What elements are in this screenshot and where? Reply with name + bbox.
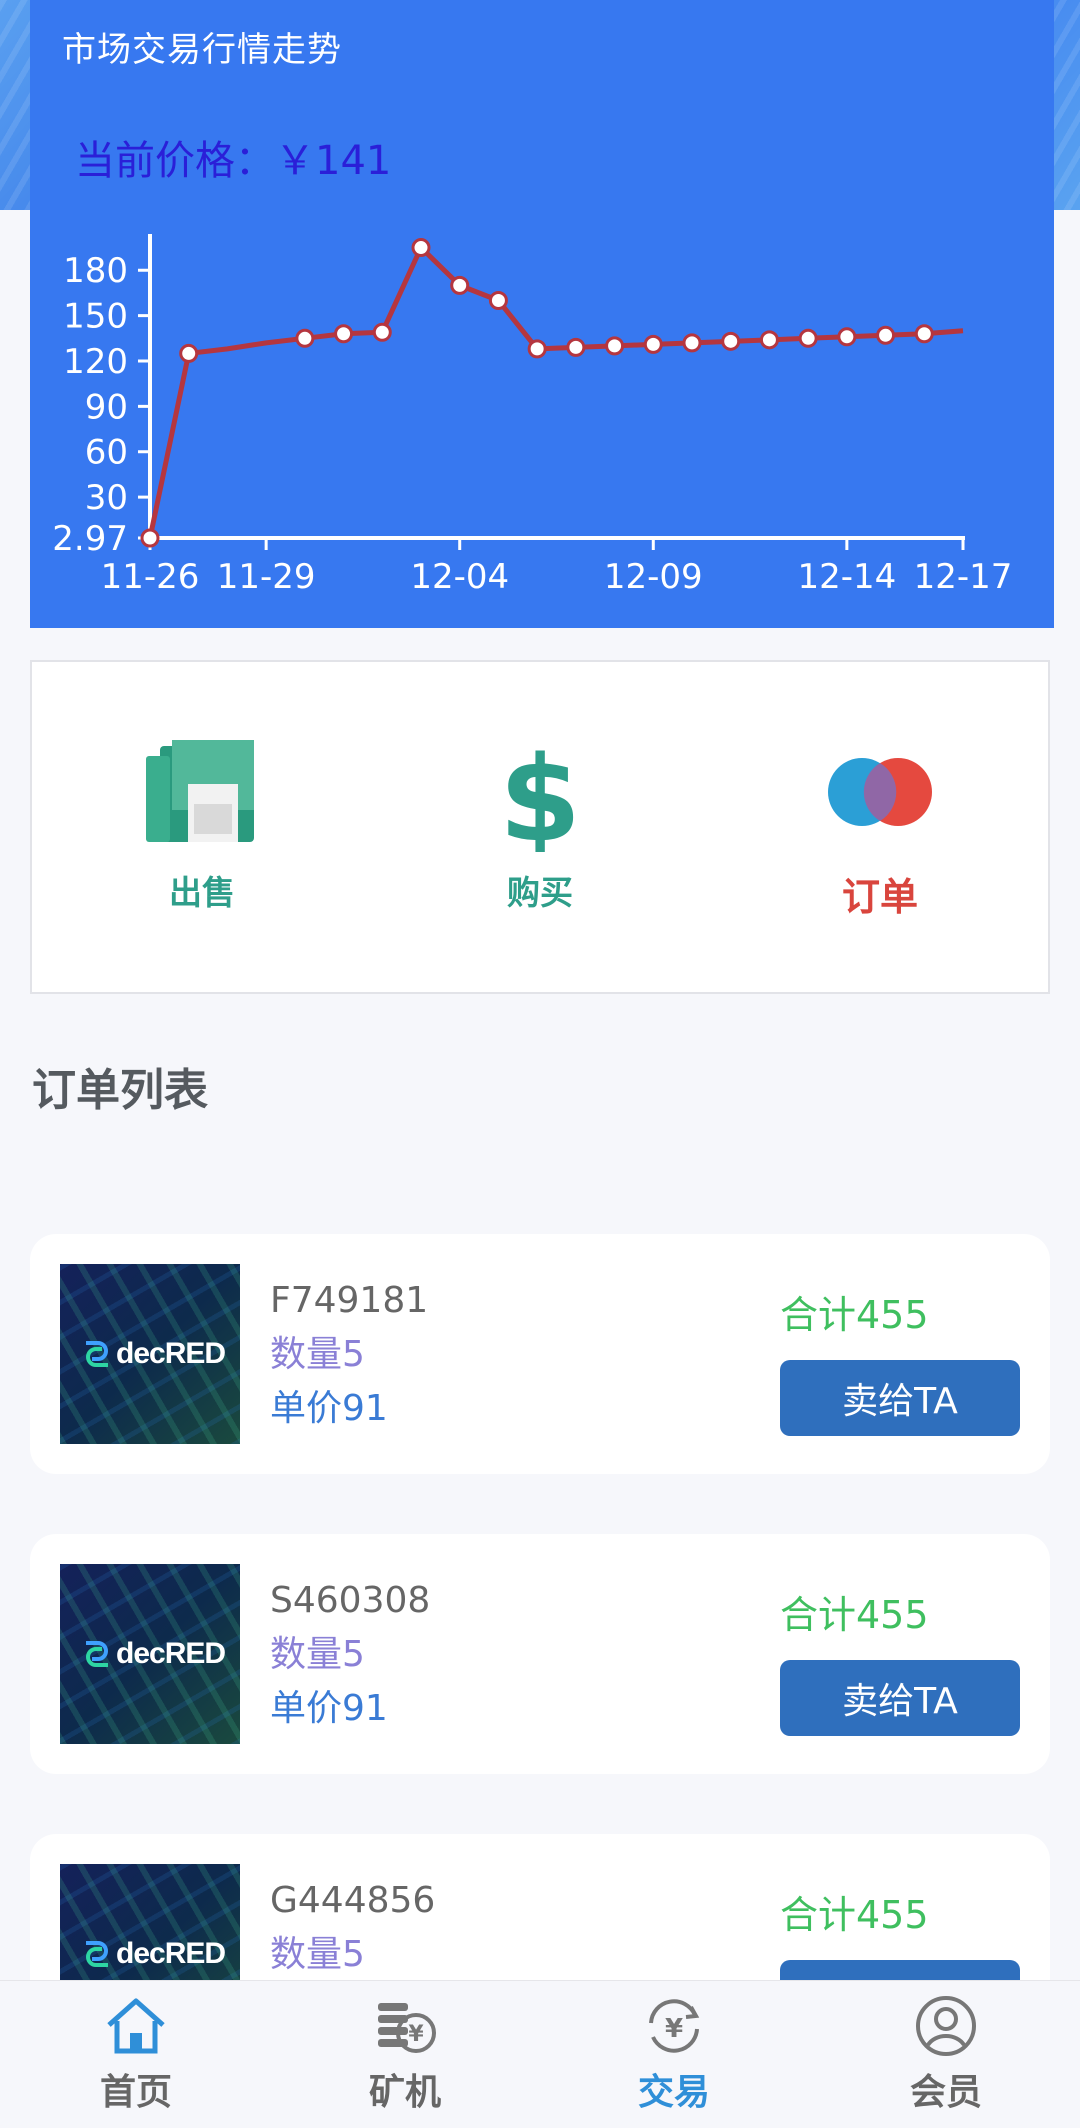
- svg-text:¥: ¥: [408, 2022, 424, 2047]
- y-tick-label: 60: [85, 433, 128, 473]
- order-info: S460308 数量5 单价91: [270, 1574, 430, 1736]
- sell-action-button[interactable]: 出售: [102, 732, 302, 932]
- order-quantity: 数量5: [270, 1934, 365, 1975]
- order-info: G444856 数量5: [270, 1874, 435, 1982]
- price-series-line: [147, 245, 964, 539]
- order-card: decRED F749181 数量5 单价91 合计455 卖给TA: [30, 1234, 1050, 1474]
- price-data-point: [876, 325, 896, 345]
- order-list-title: 订单列表: [32, 1065, 208, 1116]
- price-data-point: [759, 330, 779, 350]
- tab-member-label: 会员: [909, 2072, 982, 2113]
- tab-member[interactable]: 会员: [846, 1993, 1046, 2123]
- current-price: 当前价格：￥141: [75, 128, 391, 186]
- cash-register-icon: [142, 732, 262, 852]
- price-data-point: [372, 322, 392, 342]
- order-quantity: 数量5: [270, 1334, 365, 1375]
- orders-action-button[interactable]: 订单: [780, 732, 980, 932]
- x-tick-label: 12-17: [914, 557, 1013, 597]
- y-tick-label: 2.97: [52, 519, 128, 559]
- y-tick-label: 120: [63, 342, 128, 382]
- price-data-point: [140, 528, 160, 548]
- decred-mark-icon: [86, 1341, 108, 1367]
- price-data-point: [605, 336, 625, 356]
- trade-yen-icon: ¥: [649, 1999, 700, 2053]
- y-tick-label: 30: [85, 478, 128, 518]
- y-tick-label: 90: [85, 387, 128, 427]
- trade-actions-card: 出售 $ 购买 订单: [30, 660, 1050, 994]
- price-data-point: [643, 334, 663, 354]
- price-data-point: [295, 328, 315, 348]
- price-data-point: [411, 238, 431, 258]
- orders-label: 订单: [841, 875, 918, 919]
- miner-coins-icon: ¥: [378, 2003, 436, 2053]
- price-data-point: [798, 328, 818, 348]
- decred-thumbnail: decRED: [60, 1264, 240, 1444]
- order-total: 合计455: [780, 1293, 929, 1337]
- price-line-chart: 2.9730 60 90 120 150 180 11-26 11-29 12-04 12-09 1…: [52, 234, 1013, 597]
- order-card: decRED S460308 数量5 单价91 合计455 卖给TA: [30, 1534, 1050, 1774]
- order-unit-price: 单价91: [270, 1688, 388, 1729]
- price-data-point: [450, 275, 470, 295]
- sell-label: 出售: [169, 873, 235, 912]
- x-tick-label: 11-26: [101, 557, 200, 597]
- x-tick-label: 11-29: [217, 557, 316, 597]
- price-data-point: [682, 333, 702, 353]
- price-data-point: [334, 324, 354, 344]
- decred-mark-icon: [86, 1941, 108, 1967]
- order-total: 合计455: [780, 1593, 929, 1637]
- current-price-label: 当前价格：: [75, 138, 275, 184]
- tab-home-label: 首页: [99, 2072, 172, 2113]
- price-data-point: [566, 337, 586, 357]
- x-tick-label: 12-09: [604, 557, 703, 597]
- price-data-point: [179, 343, 199, 363]
- buy-label: 购买: [507, 873, 573, 912]
- y-tick-label: 180: [63, 251, 128, 291]
- market-chart-panel: 市场交易行情走势 当前价格：￥141 2.97 30 60 90 120 150 180 11…: [30, 0, 1054, 628]
- svg-text:$: $: [499, 732, 581, 852]
- dollar-icon: $: [480, 730, 600, 868]
- tab-miner[interactable]: ¥ 矿机: [305, 1993, 505, 2123]
- tab-home[interactable]: 首页: [36, 1993, 236, 2123]
- buy-action-button[interactable]: $ 购买: [440, 730, 640, 932]
- price-data-point: [837, 327, 857, 347]
- order-id: G444856: [270, 1880, 436, 1921]
- svg-text:¥: ¥: [665, 2014, 683, 2044]
- tab-miner-label: 矿机: [368, 2072, 441, 2113]
- order-id: F749181: [270, 1280, 429, 1321]
- price-data-point: [914, 324, 934, 344]
- order-quantity: 数量5: [270, 1634, 365, 1675]
- decred-thumbnail: decRED: [60, 1564, 240, 1744]
- member-icon: [916, 1996, 976, 2056]
- price-data-point: [721, 331, 741, 351]
- current-price-value: ￥141: [275, 138, 392, 184]
- x-tick-label: 12-04: [410, 557, 509, 597]
- sell-to-ta-button[interactable]: 卖给TA: [780, 1360, 1020, 1436]
- chart-panel-title: 市场交易行情走势: [62, 30, 342, 70]
- home-icon: [107, 1998, 165, 2054]
- x-tick-label: 12-14: [797, 557, 896, 597]
- price-data-point: [527, 339, 547, 359]
- sell-to-ta-button[interactable]: 卖给TA: [780, 1660, 1020, 1736]
- order-info: F749181 数量5 单价91: [270, 1274, 428, 1436]
- decred-logo: decRED: [82, 1334, 226, 1374]
- order-id: S460308: [270, 1580, 431, 1621]
- bottom-tab-bar: 首页 ¥ 矿机 ¥ 交易 会员: [0, 1980, 1080, 2128]
- decred-logo: decRED: [82, 1634, 226, 1674]
- y-tick-label: 150: [63, 297, 128, 337]
- tab-trade-label: 交易: [637, 2072, 710, 2113]
- tab-trade[interactable]: ¥ 交易: [574, 1993, 774, 2123]
- order-total: 合计455: [780, 1893, 929, 1937]
- price-data-point: [488, 290, 508, 310]
- order-circles-icon: [820, 732, 940, 852]
- decred-mark-icon: [86, 1641, 108, 1667]
- order-unit-price: 单价91: [270, 1388, 388, 1429]
- decred-logo: decRED: [82, 1934, 226, 1974]
